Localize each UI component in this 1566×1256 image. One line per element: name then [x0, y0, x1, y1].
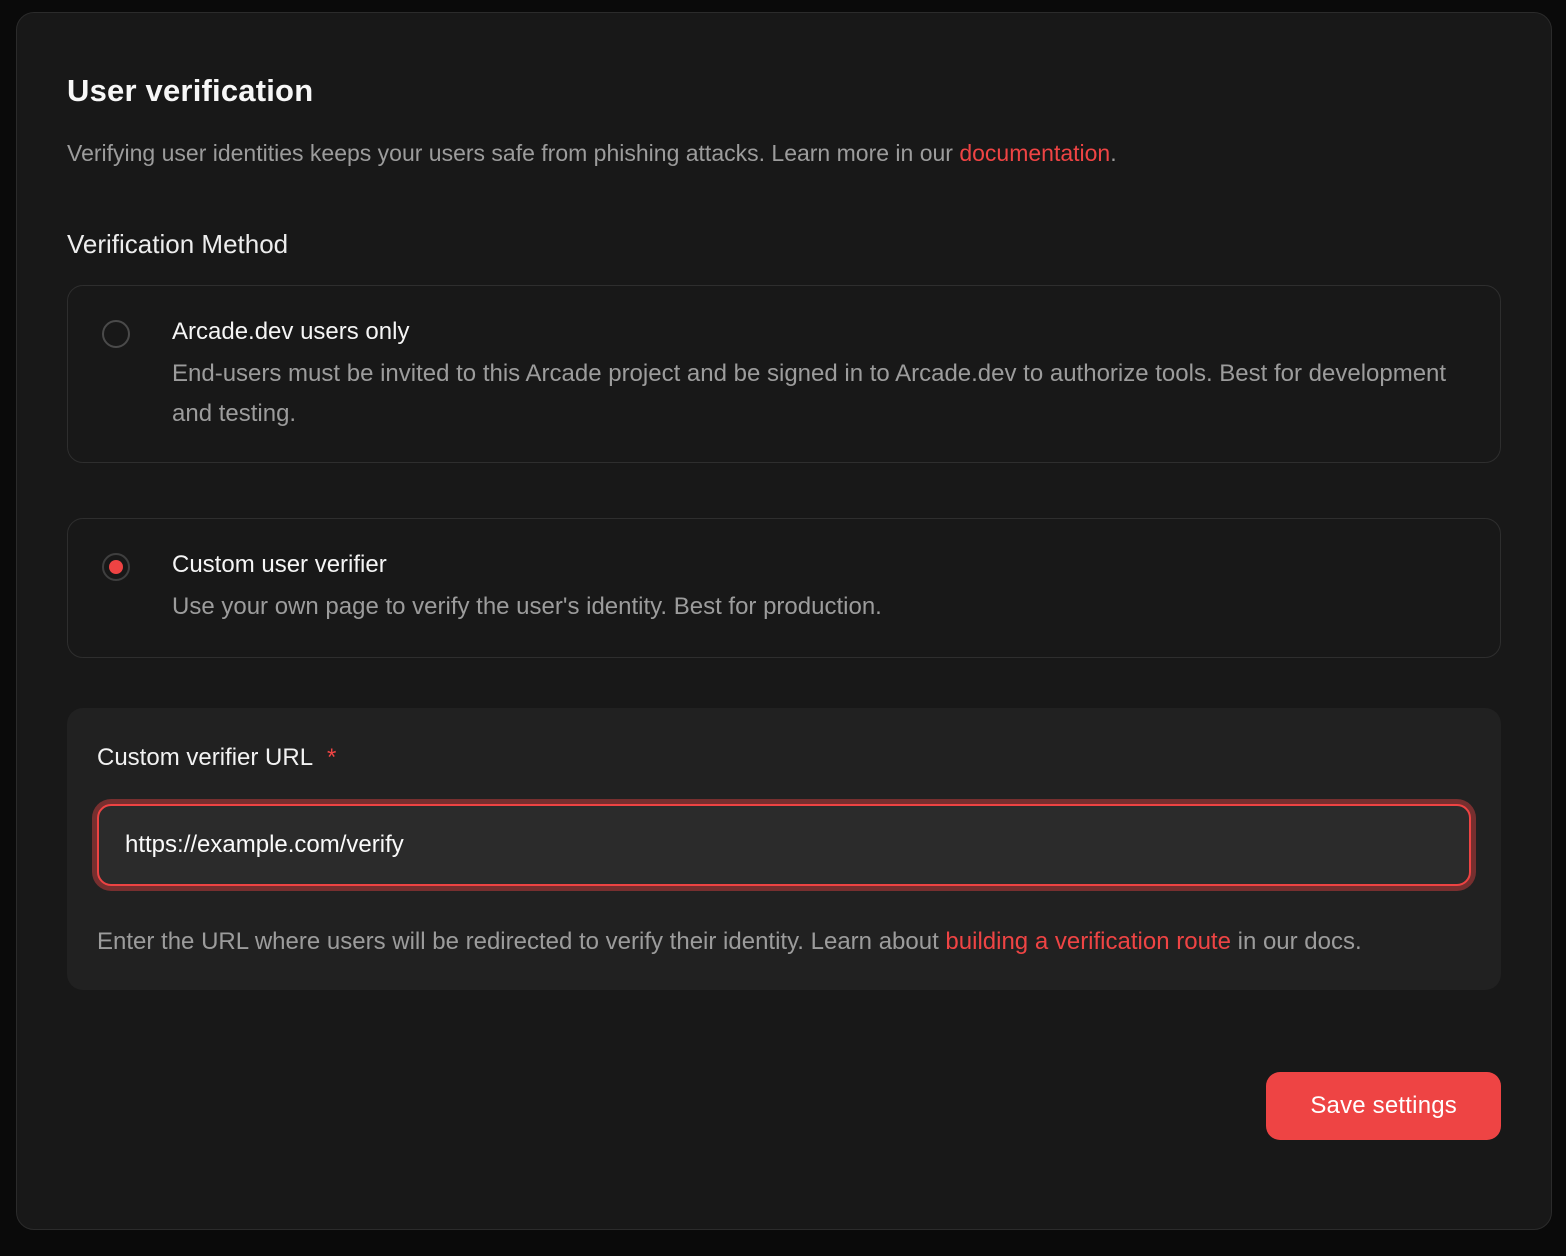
field-label-row: Custom verifier URL *	[97, 742, 1471, 774]
custom-verifier-url-label: Custom verifier URL	[97, 742, 313, 774]
required-asterisk: *	[327, 744, 336, 772]
page-subtitle-text: Verifying user identities keeps your use…	[67, 140, 959, 166]
option-arcade-users-only[interactable]: Arcade.dev users only End-users must be …	[67, 285, 1501, 463]
option-content: Custom user verifier Use your own page t…	[172, 549, 882, 627]
option-custom-user-verifier[interactable]: Custom user verifier Use your own page t…	[67, 518, 1501, 658]
custom-verifier-url-input[interactable]	[97, 804, 1471, 886]
option-label: Arcade.dev users only	[172, 316, 1464, 348]
option-content: Arcade.dev users only End-users must be …	[172, 316, 1464, 434]
custom-verifier-panel: Custom verifier URL * Enter the URL wher…	[67, 708, 1501, 990]
helper-text-body: Enter the URL where users will be redire…	[97, 928, 945, 955]
save-settings-button[interactable]: Save settings	[1266, 1072, 1501, 1140]
option-description: Use your own page to verify the user's i…	[172, 587, 882, 627]
helper-text: Enter the URL where users will be redire…	[97, 922, 1471, 962]
page-subtitle: Verifying user identities keeps your use…	[67, 137, 1501, 169]
radio-selected-icon[interactable]	[102, 553, 130, 581]
option-label: Custom user verifier	[172, 549, 882, 581]
helper-text-suffix: in our docs.	[1231, 928, 1362, 955]
page-subtitle-suffix: .	[1110, 140, 1116, 166]
verification-method-heading: Verification Method	[67, 227, 1501, 261]
verification-route-link[interactable]: building a verification route	[945, 928, 1231, 955]
user-verification-card: User verification Verifying user identit…	[16, 12, 1552, 1230]
documentation-link[interactable]: documentation	[959, 140, 1110, 166]
option-description: End-users must be invited to this Arcade…	[172, 354, 1464, 434]
radio-dot	[109, 560, 123, 574]
radio-unselected-icon[interactable]	[102, 320, 130, 348]
page-title: User verification	[67, 71, 1501, 111]
actions-row: Save settings	[67, 1072, 1501, 1140]
